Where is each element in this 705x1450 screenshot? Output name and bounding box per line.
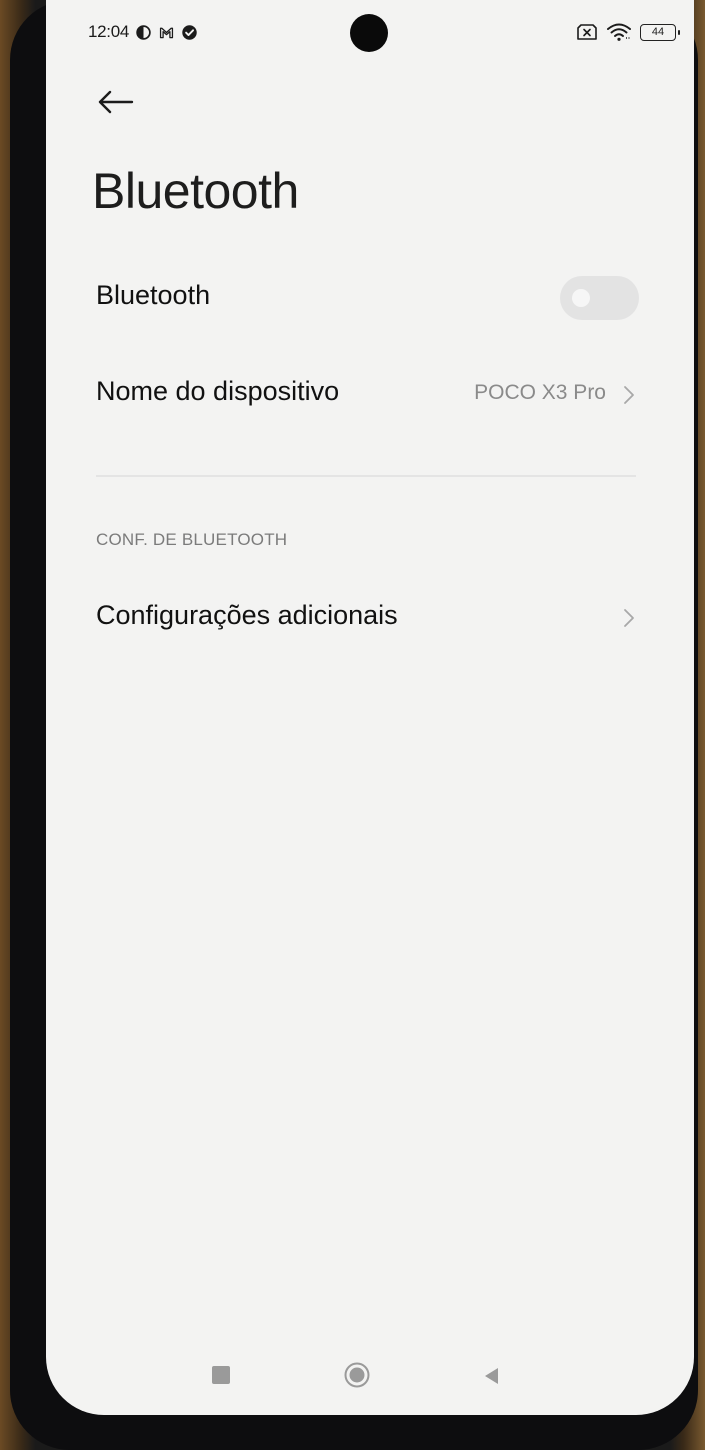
navigation-bar [46,1350,694,1400]
device-name-row[interactable]: Nome do dispositivo POCO X3 Pro [46,354,694,434]
chevron-right-icon [624,386,634,404]
status-time: 12:04 [88,22,130,41]
arrow-left-icon [98,90,134,114]
toggle-knob [572,289,590,307]
bluetooth-label: Bluetooth [96,280,211,310]
battery-level: 44 [651,25,665,38]
status-bar: 12:04 44 [46,0,694,70]
check-circle-icon [182,24,197,40]
battery-nub [678,29,680,35]
no-sim-icon [577,24,597,40]
gmail-icon [159,27,174,38]
phone-frame: 12:04 44 Bluetooth Bluetooth Nome do dis… [10,0,698,1450]
status-right: 44 [576,22,680,42]
page-title: Bluetooth [92,163,299,219]
section-header: CONF. DE BLUETOOTH [96,530,288,549]
bluetooth-toggle[interactable] [560,276,639,320]
home-icon[interactable] [344,1362,370,1388]
device-name-value: POCO X3 Pro [474,381,606,404]
status-left: 12:04 [88,22,198,42]
battery-icon: 44 [640,23,680,41]
additional-settings-label: Configurações adicionais [96,600,398,630]
divider [96,475,636,477]
front-camera [350,14,388,52]
chevron-right-icon [624,609,634,627]
wifi-icon [607,23,631,41]
additional-settings-row[interactable]: Configurações adicionais [46,578,694,658]
back-triangle-icon[interactable] [482,1366,502,1386]
screen: 12:04 44 Bluetooth Bluetooth Nome do dis… [46,0,694,1415]
device-name-label: Nome do dispositivo [96,376,340,406]
back-button[interactable] [94,80,138,124]
data-saver-icon [136,24,151,40]
recent-apps-icon[interactable] [212,1366,230,1384]
